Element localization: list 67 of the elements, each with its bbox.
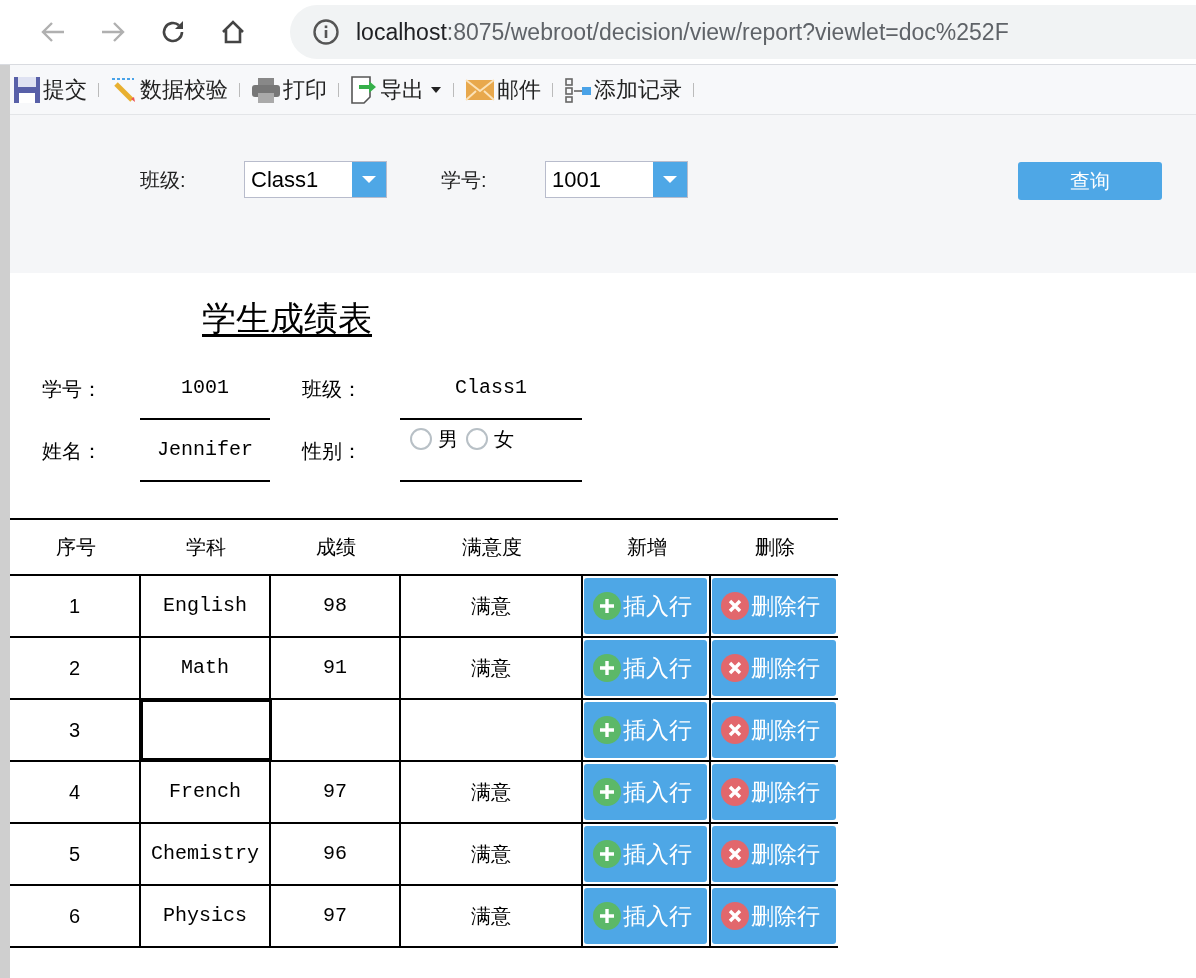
table-cell[interactable]: Physics [141,886,271,946]
toolbar-button[interactable]: 数据校验 [109,73,229,106]
table-cell: 1 [10,576,141,636]
field-label: 班级： [302,377,362,402]
field-label: 姓名： [42,439,102,464]
radio-button[interactable] [466,428,488,450]
close-icon [721,840,749,868]
radio-button[interactable] [410,428,432,450]
column-header: 学科 [186,535,226,560]
table-cell[interactable]: Math [141,638,271,698]
field-value: 1001 [181,375,229,401]
table-cell: 3 [10,700,141,760]
toolbar-button[interactable]: 提交 [12,73,88,106]
dropdown-field[interactable]: 1001 [545,161,688,198]
dropdown-arrow-icon [662,175,678,184]
field-label: 学号： [42,377,102,402]
table-cell[interactable]: 91 [271,638,401,698]
table-cell: 5 [10,824,141,884]
printer-icon [251,75,281,104]
address-bar[interactable]: localhost:8075/webroot/decision/view/report?viewlet=doc%252F [290,5,1196,59]
info-icon[interactable] [312,18,340,46]
plus-icon [593,592,621,620]
table-cell[interactable] [141,700,271,760]
column-header: 满意度 [462,535,522,560]
table-cell[interactable]: 96 [271,824,401,884]
table-cell[interactable]: 97 [271,886,401,946]
column-header: 删除 [754,535,795,560]
table-cell: 2 [10,638,141,698]
table-cell[interactable]: Chemistry [141,824,271,884]
field-label: 性别： [302,439,362,464]
close-icon [721,778,749,806]
pencil-icon [110,75,138,104]
column-header: 序号 [55,535,96,560]
plus-icon [593,840,621,868]
envelope-icon [465,77,495,102]
plus-icon [593,716,621,744]
toolbar-button[interactable]: 导出 [349,73,443,106]
toolbar-button[interactable]: 添加记录 [563,73,683,106]
plus-icon [593,902,621,930]
parameter-label: 学号: [441,167,488,193]
dropdown-arrow-icon [361,175,377,184]
field-value: Jennifer [157,437,253,463]
column-header: 新增 [627,535,667,560]
table-cell[interactable]: 97 [271,762,401,822]
close-icon [721,592,749,620]
table-cell: 6 [10,886,141,946]
table-cell: 4 [10,762,141,822]
url-text: localhost:8075/webroot/decision/view/report?viewlet=doc%252F [356,17,1009,47]
plus-icon [593,654,621,682]
dropdown-field[interactable]: Class1 [244,161,387,198]
table-cell[interactable]: English [141,576,271,636]
report-title: 学生成绩表 [202,299,372,337]
table-cell[interactable]: French [141,762,271,822]
radio-option[interactable]: 女 [466,424,514,454]
field-value: Class1 [455,375,527,401]
plus-icon [593,778,621,806]
radio-option[interactable]: 男 [410,424,458,454]
column-header: 成绩 [316,535,356,560]
close-icon [721,654,749,682]
parameter-label: 班级: [140,167,187,193]
add-record-icon [564,75,592,104]
table-cell[interactable]: 98 [271,576,401,636]
toolbar-button[interactable]: 打印 [250,73,328,106]
close-icon [721,902,749,930]
export-document-icon [350,74,378,105]
close-icon [721,716,749,744]
toolbar-button[interactable]: 邮件 [464,73,542,106]
